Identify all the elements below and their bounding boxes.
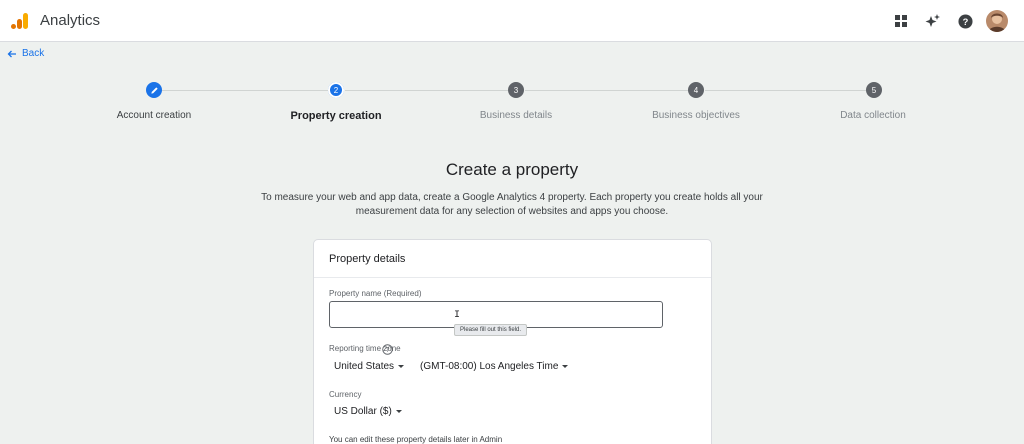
help-outline-icon[interactable]: ? (382, 344, 393, 355)
back-label: Back (22, 48, 45, 59)
country-value: United States (334, 361, 395, 372)
validation-tooltip: Please fill out this field. (454, 324, 528, 336)
text-cursor-icon: I (454, 310, 461, 321)
apps-grid-icon[interactable] (891, 11, 911, 31)
page-title: Create a property (445, 160, 579, 179)
step-label-business-objectives: Business objectives (652, 110, 740, 121)
avatar[interactable] (986, 10, 1008, 32)
svg-text:?: ? (386, 347, 390, 354)
svg-text:?: ? (962, 17, 968, 27)
page-description-line: measurement data for any selection of we… (355, 206, 669, 217)
step-label-data-collection: Data collection (840, 110, 906, 121)
currency-value: US Dollar ($) (334, 406, 392, 417)
app-title: Analytics (40, 12, 101, 29)
analytics-logo-icon[interactable] (10, 11, 30, 31)
time-zone-value: (GMT-08:00) Los Angeles Time (420, 361, 559, 372)
step-label-business-details: Business details (479, 110, 553, 121)
step-2-circle: 2 (328, 82, 344, 98)
step-4-circle: 4 (688, 82, 704, 98)
back-link[interactable]: Back (7, 48, 44, 59)
currency-select[interactable]: US Dollar ($) (334, 406, 402, 417)
edit-later-note: You can edit these property details late… (329, 435, 503, 444)
dropdown-arrow-icon (395, 410, 402, 413)
card-divider (314, 277, 711, 278)
property-name-label: Property name (Required) (329, 289, 422, 298)
step-5-circle: 5 (866, 82, 882, 98)
stepper-connector (525, 90, 688, 91)
stepper-connector (705, 90, 866, 91)
time-zone-select[interactable]: (GMT-08:00) Los Angeles Time (420, 361, 569, 372)
step-label-account-creation[interactable]: Account creation (84, 110, 224, 121)
property-details-card: Property details Property name (Required… (313, 239, 712, 444)
dropdown-arrow-icon (562, 365, 569, 368)
sparkle-icon[interactable] (923, 11, 943, 31)
country-select[interactable]: United States (334, 361, 405, 372)
help-icon[interactable]: ? (955, 11, 975, 31)
step-3-circle: 3 (508, 82, 524, 98)
currency-label: Currency (329, 390, 362, 399)
card-title: Property details (329, 253, 406, 265)
arrow-back-icon (7, 50, 16, 57)
step-1-edit-icon[interactable] (146, 82, 162, 98)
step-label-property-creation: Property creation (290, 110, 382, 122)
dropdown-arrow-icon (398, 365, 405, 368)
top-app-bar: Analytics ? (0, 0, 1024, 42)
page-description: To measure your web and app data, create… (250, 191, 774, 219)
stepper-connector (345, 90, 508, 91)
page-description-line: To measure your web and app data, create… (261, 192, 763, 203)
stepper-connector (162, 90, 328, 91)
